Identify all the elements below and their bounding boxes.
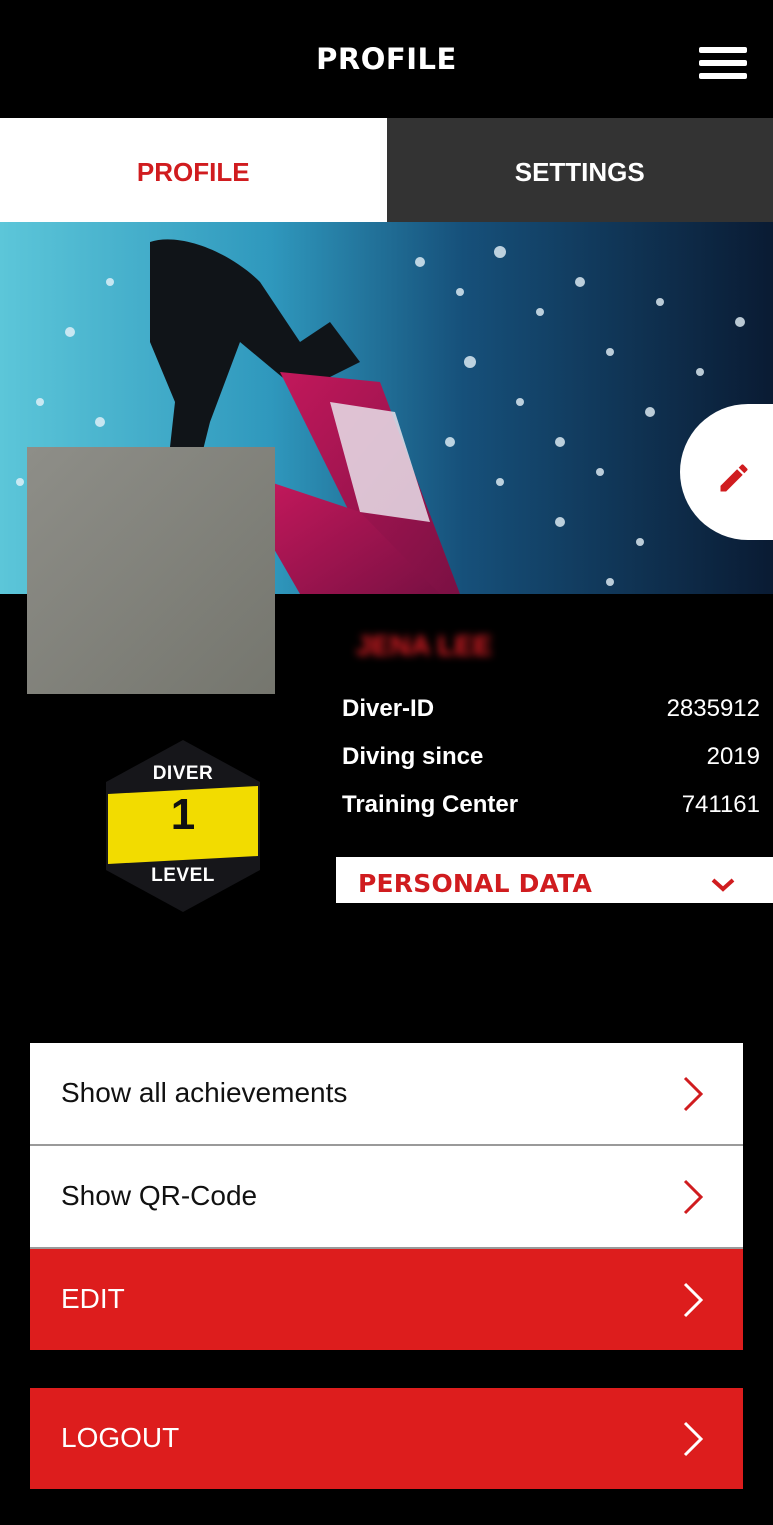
chevron-right-icon [683, 1076, 704, 1112]
tab-profile[interactable]: PROFILE [0, 118, 387, 222]
list-item-label: Show all achievements [61, 1077, 348, 1108]
badge-bottom-label: LEVEL [151, 865, 215, 886]
info-row-training-center: Training Center 741161 [342, 791, 760, 825]
badge-level-number: 1 [170, 790, 196, 839]
info-value: 2835912 [666, 695, 760, 722]
list-item-label: LOGOUT [61, 1422, 180, 1453]
menu-line [699, 47, 747, 53]
diver-level-badge: DIVER 1 LEVEL [102, 738, 264, 914]
edit-button[interactable]: EDIT [30, 1249, 743, 1350]
info-value: 2019 [706, 743, 760, 770]
list-item-label: Show QR-Code [61, 1180, 258, 1211]
page-title: PROFILE [316, 42, 457, 76]
menu-line [699, 60, 747, 66]
show-achievements-button[interactable]: Show all achievements [30, 1043, 743, 1144]
avatar [27, 447, 275, 694]
tab-bar: PROFILE SETTINGS [0, 118, 773, 222]
info-label: Diving since [342, 743, 484, 770]
pencil-icon [720, 464, 748, 492]
info-label: Diver-ID [342, 695, 435, 722]
personal-data-toggle[interactable]: PERSONAL DATA [336, 857, 773, 903]
show-qr-code-button[interactable]: Show QR-Code [30, 1146, 743, 1247]
badge-top-label: DIVER [152, 763, 214, 784]
user-name: JENA LEE [356, 630, 492, 661]
info-label: Training Center [342, 791, 519, 818]
top-bar: PROFILE [0, 0, 773, 118]
info-value: 741161 [681, 791, 760, 818]
menu-line [699, 73, 747, 79]
personal-data-label: PERSONAL DATA [358, 869, 593, 898]
info-row-diving-since: Diving since 2019 [342, 743, 760, 777]
chevron-right-icon [683, 1421, 704, 1457]
list-item-label: EDIT [61, 1283, 125, 1314]
tab-settings[interactable]: SETTINGS [386, 118, 773, 222]
chevron-right-icon [683, 1179, 704, 1215]
chevron-down-icon [711, 878, 735, 892]
logout-button[interactable]: LOGOUT [30, 1388, 743, 1489]
info-row-diver-id: Diver-ID 2835912 [342, 695, 760, 729]
hamburger-menu-icon[interactable] [699, 47, 747, 83]
chevron-right-icon [683, 1282, 704, 1318]
